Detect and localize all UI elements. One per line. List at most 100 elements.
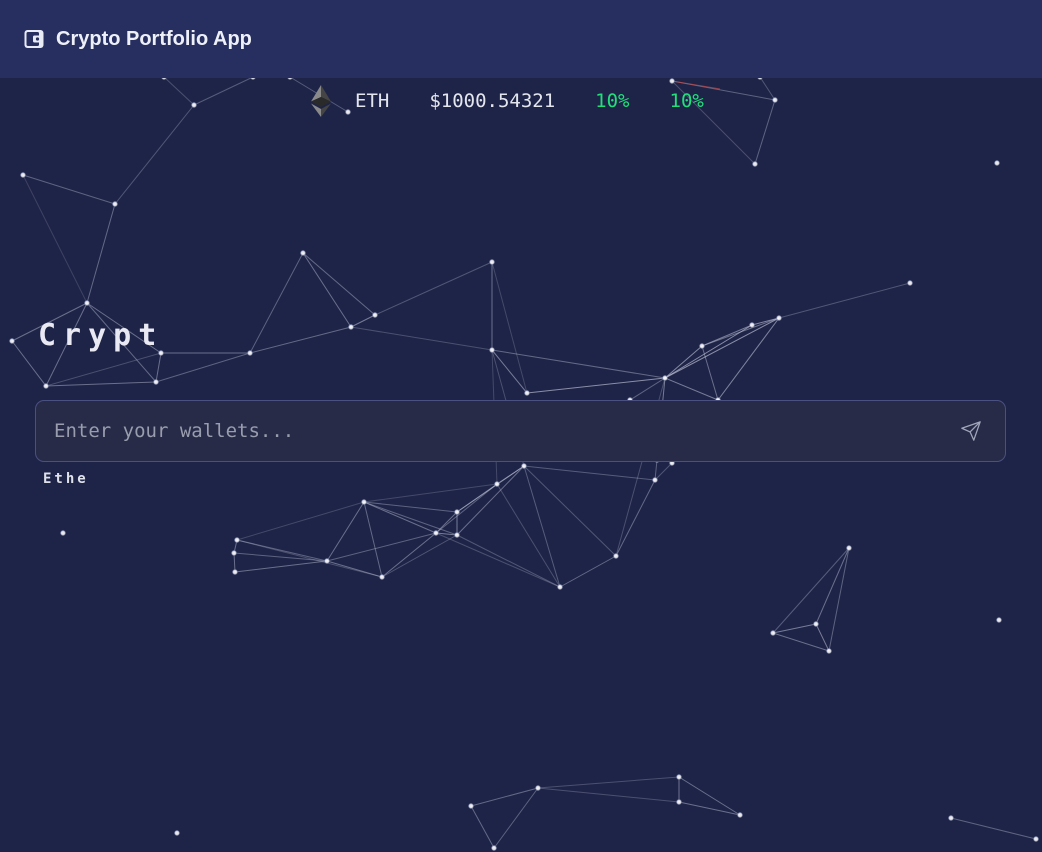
network-line xyxy=(678,801,741,816)
network-node xyxy=(84,300,90,306)
network-node xyxy=(454,532,460,538)
network-node xyxy=(652,477,658,483)
network-line xyxy=(163,76,195,106)
ticker-change-2: 10% xyxy=(669,90,704,112)
network-node xyxy=(348,324,354,330)
network-line xyxy=(326,532,437,562)
network-line xyxy=(86,203,116,304)
network-line xyxy=(470,787,539,807)
wallet-input[interactable] xyxy=(54,401,934,461)
hero-subtitle: Ethe xyxy=(43,471,89,487)
network-line xyxy=(302,252,376,316)
network-node xyxy=(231,550,237,556)
network-node xyxy=(489,347,495,353)
network-node xyxy=(776,315,782,321)
network-node xyxy=(948,815,954,821)
hero-title: Crypt xyxy=(38,318,164,353)
network-node xyxy=(772,97,778,103)
send-button[interactable] xyxy=(959,419,983,443)
network-node xyxy=(247,350,253,356)
network-line xyxy=(664,377,719,401)
network-line xyxy=(233,552,236,573)
network-line xyxy=(363,501,437,534)
network-line xyxy=(435,532,561,588)
network-node xyxy=(489,259,495,265)
network-node xyxy=(60,530,66,536)
wallet-icon xyxy=(24,29,44,49)
network-line xyxy=(193,76,254,106)
network-line xyxy=(701,317,780,347)
network-line xyxy=(45,352,162,387)
network-node xyxy=(535,785,541,791)
network-node xyxy=(996,617,1002,623)
navbar: Crypto Portfolio App xyxy=(0,0,1042,78)
network-line xyxy=(22,174,88,304)
network-line xyxy=(249,326,352,354)
network-line xyxy=(363,501,383,578)
network-line xyxy=(615,479,656,557)
network-node xyxy=(454,509,460,515)
network-line xyxy=(491,261,528,394)
network-node xyxy=(749,322,755,328)
network-node xyxy=(524,390,530,396)
network-line xyxy=(654,462,673,481)
network-node xyxy=(153,379,159,385)
network-line xyxy=(45,381,157,387)
network-line xyxy=(772,632,830,652)
network-node xyxy=(468,803,474,809)
network-line xyxy=(664,317,780,379)
network-node xyxy=(826,648,832,654)
network-node xyxy=(521,463,527,469)
network-node xyxy=(676,799,682,805)
network-line xyxy=(302,252,352,328)
network-node xyxy=(907,280,913,286)
network-line xyxy=(234,560,328,573)
network-line xyxy=(493,787,539,849)
network-line xyxy=(717,317,780,401)
network-node xyxy=(324,558,330,564)
ticker-change-1: 10% xyxy=(595,90,630,112)
network-node xyxy=(846,545,852,551)
network-line xyxy=(435,511,458,534)
network-node xyxy=(191,102,197,108)
network-line xyxy=(363,483,498,503)
network-node xyxy=(737,812,743,818)
network-line xyxy=(491,349,666,379)
network-node xyxy=(662,375,668,381)
network-line xyxy=(350,314,376,328)
network-line xyxy=(236,501,365,541)
network-line xyxy=(754,99,776,165)
network-node xyxy=(1033,836,1039,842)
network-node xyxy=(699,343,705,349)
network-line xyxy=(326,501,365,562)
price-ticker: ETH $1000.54321 10% 10% xyxy=(310,84,704,118)
network-line xyxy=(249,252,304,354)
network-line xyxy=(236,539,383,578)
network-line xyxy=(456,465,525,536)
network-node xyxy=(361,499,367,505)
network-node xyxy=(676,774,682,780)
network-line xyxy=(559,555,617,588)
network-line xyxy=(678,776,741,816)
network-line xyxy=(772,547,850,634)
ticker-price: $1000.54321 xyxy=(429,90,556,112)
network-line xyxy=(950,817,1037,840)
network-node xyxy=(232,569,238,575)
app-title: Crypto Portfolio App xyxy=(56,27,252,50)
network-node xyxy=(491,845,497,851)
network-node xyxy=(994,160,1000,166)
network-node xyxy=(372,312,378,318)
network-node xyxy=(234,537,240,543)
network-node xyxy=(300,250,306,256)
network-line xyxy=(114,104,195,205)
network-line xyxy=(350,326,493,351)
network-node xyxy=(813,621,819,627)
network-line xyxy=(374,261,493,316)
network-node xyxy=(9,338,15,344)
network-node xyxy=(770,630,776,636)
network-line xyxy=(381,534,458,578)
network-line xyxy=(523,465,656,481)
network-node xyxy=(20,172,26,178)
network-line xyxy=(537,776,680,789)
network-node xyxy=(112,201,118,207)
